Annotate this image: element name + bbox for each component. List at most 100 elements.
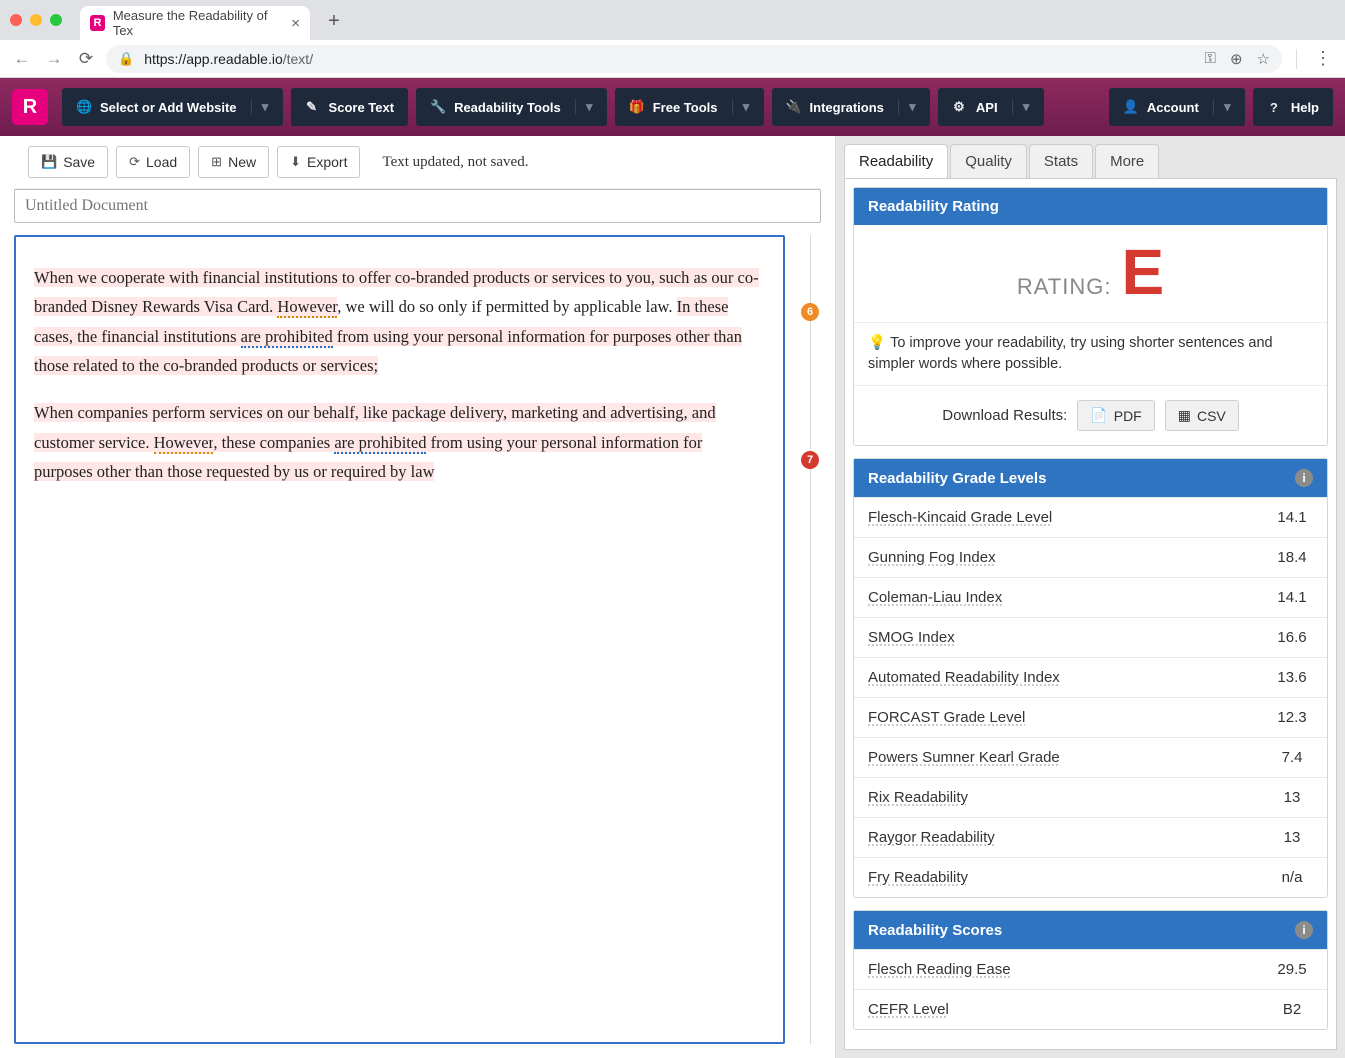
browser-tab[interactable]: R Measure the Readability of Tex × — [80, 6, 310, 40]
tab-stats[interactable]: Stats — [1029, 144, 1093, 178]
sidebar-tabs: Readability Quality Stats More — [836, 136, 1345, 178]
metric-name: FORCAST Grade Level — [854, 698, 1257, 738]
export-button[interactable]: ⬇Export — [277, 146, 360, 178]
reload-button[interactable]: ⟳ — [74, 47, 98, 71]
metric-row: Fry Readabilityn/a — [854, 858, 1327, 898]
new-button[interactable]: ⊞New — [198, 146, 269, 178]
pencil-icon: ✎ — [305, 99, 319, 115]
metric-value: 13.6 — [1257, 658, 1327, 698]
nav-help[interactable]: ?Help — [1253, 88, 1333, 126]
document-title-input[interactable] — [14, 189, 821, 223]
table-icon: ▦ — [1178, 407, 1191, 424]
metric-row: SMOG Index16.6 — [854, 618, 1327, 658]
nav-account[interactable]: 👤Account▾ — [1109, 88, 1245, 126]
caret-down-icon: ▾ — [732, 99, 750, 115]
doc-toolbar: 💾Save ⟳Load ⊞New ⬇Export Text updated, n… — [14, 136, 821, 189]
url-input[interactable]: 🔒 https://app.readable.io/text/ ⚿ ⊕ ☆ — [106, 45, 1282, 73]
key-icon[interactable]: ⚿ — [1205, 50, 1216, 68]
rating-letter: E — [1121, 247, 1164, 298]
paragraph: When we cooperate with financial institu… — [34, 263, 765, 380]
forward-button[interactable]: → — [42, 47, 66, 71]
caret-down-icon: ▾ — [1213, 99, 1231, 115]
metric-value: 13 — [1257, 818, 1327, 858]
metric-row: Raygor Readability13 — [854, 818, 1327, 858]
metric-name: Fry Readability — [854, 858, 1257, 898]
browser-menu-button[interactable]: ⋮ — [1311, 48, 1335, 69]
card-header: Readability Grade Levelsi — [854, 459, 1327, 497]
metric-name: Raygor Readability — [854, 818, 1257, 858]
metric-row: Flesch Reading Ease29.5 — [854, 950, 1327, 990]
download-pdf-button[interactable]: 📄PDF — [1077, 400, 1154, 431]
metric-name: Flesch Reading Ease — [854, 950, 1257, 990]
nav-free-tools[interactable]: 🎁Free Tools▾ — [615, 88, 764, 126]
caret-down-icon: ▾ — [898, 99, 916, 115]
address-bar: ← → ⟳ 🔒 https://app.readable.io/text/ ⚿ … — [0, 40, 1345, 78]
close-tab-icon[interactable]: × — [291, 15, 300, 32]
metric-name: Automated Readability Index — [854, 658, 1257, 698]
gear-icon: ⚙ — [952, 99, 966, 115]
card-header: Readability Scoresi — [854, 911, 1327, 949]
rating-tip: 💡To improve your readability, try using … — [854, 322, 1327, 385]
metric-row: FORCAST Grade Level12.3 — [854, 698, 1327, 738]
scores-card: Readability Scoresi Flesch Reading Ease2… — [853, 910, 1328, 1030]
metric-row: Rix Readability13 — [854, 778, 1327, 818]
window-controls — [10, 14, 62, 26]
load-button[interactable]: ⟳Load — [116, 146, 190, 178]
tab-title: Measure the Readability of Tex — [113, 8, 278, 38]
metric-row: Automated Readability Index13.6 — [854, 658, 1327, 698]
file-icon: 📄 — [1090, 407, 1107, 424]
scores-table: Flesch Reading Ease29.5CEFR LevelB2 — [854, 949, 1327, 1029]
metric-row: Powers Sumner Kearl Grade7.4 — [854, 738, 1327, 778]
new-tab-button[interactable]: + — [320, 7, 348, 35]
plug-icon: 🔌 — [786, 99, 800, 115]
metric-name: Flesch-Kincaid Grade Level — [854, 498, 1257, 538]
download-icon: ⬇ — [290, 154, 301, 170]
save-status: Text updated, not saved. — [382, 154, 528, 171]
back-button[interactable]: ← — [10, 47, 34, 71]
metric-value: 7.4 — [1257, 738, 1327, 778]
minimize-window-icon[interactable] — [30, 14, 42, 26]
issue-gutter: 6 7 — [799, 235, 821, 1044]
issue-marker[interactable]: 6 — [801, 303, 819, 321]
metric-value: n/a — [1257, 858, 1327, 898]
app-logo[interactable]: R — [12, 89, 48, 125]
save-button[interactable]: 💾Save — [28, 146, 108, 178]
tab-quality[interactable]: Quality — [950, 144, 1027, 178]
gift-icon: 🎁 — [629, 99, 643, 115]
info-icon[interactable]: i — [1295, 469, 1313, 487]
info-icon[interactable]: i — [1295, 921, 1313, 939]
metric-value: 13 — [1257, 778, 1327, 818]
nav-integrations[interactable]: 🔌Integrations▾ — [772, 88, 930, 126]
issue-marker[interactable]: 7 — [801, 451, 819, 469]
zoom-icon[interactable]: ⊕ — [1230, 50, 1243, 68]
text-editor[interactable]: When we cooperate with financial institu… — [14, 235, 785, 1044]
nav-website[interactable]: 🌐Select or Add Website▾ — [62, 88, 283, 126]
download-row: Download Results: 📄PDF ▦CSV — [854, 385, 1327, 445]
tab-more[interactable]: More — [1095, 144, 1159, 178]
tab-readability[interactable]: Readability — [844, 144, 948, 178]
nav-api[interactable]: ⚙API▾ — [938, 88, 1044, 126]
grade-levels-table: Flesch-Kincaid Grade Level14.1Gunning Fo… — [854, 497, 1327, 897]
download-csv-button[interactable]: ▦CSV — [1165, 400, 1239, 431]
nav-readability-tools[interactable]: 🔧Readability Tools▾ — [416, 88, 607, 126]
download-label: Download Results: — [942, 407, 1067, 424]
app-nav: R 🌐Select or Add Website▾ ✎Score Text 🔧R… — [0, 78, 1345, 136]
metric-row: Gunning Fog Index18.4 — [854, 538, 1327, 578]
metric-name: SMOG Index — [854, 618, 1257, 658]
star-icon[interactable]: ☆ — [1257, 50, 1270, 68]
metric-value: 18.4 — [1257, 538, 1327, 578]
metric-value: 14.1 — [1257, 578, 1327, 618]
nav-score-text[interactable]: ✎Score Text — [291, 88, 409, 126]
wrench-icon: 🔧 — [430, 99, 444, 115]
favicon-icon: R — [90, 15, 105, 31]
save-icon: 💾 — [41, 154, 57, 170]
globe-icon: 🌐 — [76, 99, 90, 115]
lock-icon: 🔒 — [118, 51, 134, 67]
url-path: /text/ — [283, 51, 313, 67]
caret-down-icon: ▾ — [1012, 99, 1030, 115]
maximize-window-icon[interactable] — [50, 14, 62, 26]
close-window-icon[interactable] — [10, 14, 22, 26]
caret-down-icon: ▾ — [575, 99, 593, 115]
metric-name: Coleman-Liau Index — [854, 578, 1257, 618]
url-host: https://app.readable.io — [144, 51, 283, 67]
